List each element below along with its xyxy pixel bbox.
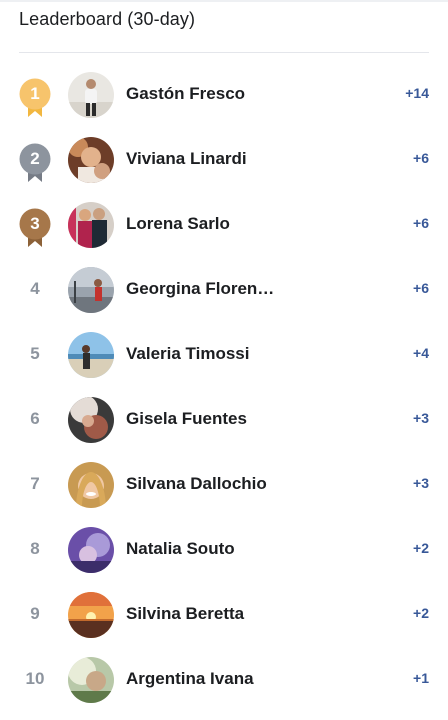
score: +6 <box>413 150 429 166</box>
rank-badge: 3 <box>19 208 51 248</box>
avatar[interactable] <box>68 657 114 703</box>
member-name[interactable]: Silvana Dallochio <box>126 474 276 494</box>
avatar[interactable] <box>68 592 114 638</box>
header-divider <box>19 52 429 53</box>
avatar[interactable] <box>68 72 114 118</box>
avatar[interactable] <box>68 202 114 248</box>
avatar[interactable] <box>68 267 114 313</box>
member-name[interactable]: Argentina Ivana <box>126 669 276 689</box>
score: +2 <box>413 540 429 556</box>
member-name[interactable]: Georgina Floren… <box>126 279 276 299</box>
leaderboard-row[interactable]: 4 Georgina Floren… +6 <box>0 258 448 323</box>
leaderboard-row[interactable]: 1 Gastón Fresco +14 <box>0 63 448 128</box>
avatar[interactable] <box>68 332 114 378</box>
rank-badge: 8 <box>19 533 51 571</box>
score: +14 <box>405 85 429 101</box>
rank-number: 8 <box>30 539 40 558</box>
score: +6 <box>413 215 429 231</box>
silver-medal-icon: 2 <box>19 143 51 183</box>
panel-top-edge <box>0 0 448 2</box>
rank-badge: 6 <box>19 403 51 441</box>
leaderboard-panel: Leaderboard (30-day) 1 Gastón Fresco +14… <box>0 0 448 720</box>
rank-number: 2 <box>30 149 40 168</box>
rank-number: 10 <box>25 669 45 688</box>
member-name[interactable]: Viviana Linardi <box>126 149 276 169</box>
leaderboard-row[interactable]: 6 Gisela Fuentes +3 <box>0 388 448 453</box>
rank-badge: 5 <box>19 338 51 376</box>
rank-badge: 7 <box>19 468 51 506</box>
bronze-medal-icon: 3 <box>19 208 51 248</box>
leaderboard-row[interactable]: 10 Argentina Ivana +1 <box>0 648 448 713</box>
score: +3 <box>413 475 429 491</box>
gold-medal-icon: 1 <box>19 78 51 118</box>
rank-number: 4 <box>30 279 40 298</box>
leaderboard-row[interactable]: 5 Valeria Timossi +4 <box>0 323 448 388</box>
leaderboard-row[interactable]: 9 Silvina Beretta +2 <box>0 583 448 648</box>
leaderboard-title: Leaderboard (30-day) <box>19 9 196 29</box>
rank-badge: 9 <box>19 598 51 636</box>
rank-number: 9 <box>30 604 40 623</box>
avatar[interactable] <box>68 527 114 573</box>
member-name[interactable]: Valeria Timossi <box>126 344 276 364</box>
score: +1 <box>413 670 429 686</box>
avatar[interactable] <box>68 137 114 183</box>
rank-number: 5 <box>30 344 40 363</box>
member-name[interactable]: Silvina Beretta <box>126 604 276 624</box>
avatar[interactable] <box>68 397 114 443</box>
leaderboard-row[interactable]: 7 Silvana Dallochio +3 <box>0 453 448 518</box>
avatar[interactable] <box>68 462 114 508</box>
score: +6 <box>413 280 429 296</box>
leaderboard-row[interactable]: 3 Lorena Sarlo +6 <box>0 193 448 258</box>
leaderboard-row[interactable]: 2 Viviana Linardi +6 <box>0 128 448 193</box>
rank-number: 6 <box>30 409 40 428</box>
rank-badge: 4 <box>19 273 51 311</box>
member-name[interactable]: Gastón Fresco <box>126 84 276 104</box>
member-name[interactable]: Gisela Fuentes <box>126 409 276 429</box>
rank-badge: 2 <box>19 143 51 183</box>
score: +4 <box>413 345 429 361</box>
leaderboard-row[interactable]: 8 Natalia Souto +2 <box>0 518 448 583</box>
score: +3 <box>413 410 429 426</box>
score: +2 <box>413 605 429 621</box>
rank-number: 3 <box>30 214 40 233</box>
rank-badge: 10 <box>19 663 51 701</box>
member-name[interactable]: Lorena Sarlo <box>126 214 276 234</box>
member-name[interactable]: Natalia Souto <box>126 539 276 559</box>
rank-number: 1 <box>30 84 40 103</box>
rank-number: 7 <box>30 474 40 493</box>
rank-badge: 1 <box>19 78 51 118</box>
